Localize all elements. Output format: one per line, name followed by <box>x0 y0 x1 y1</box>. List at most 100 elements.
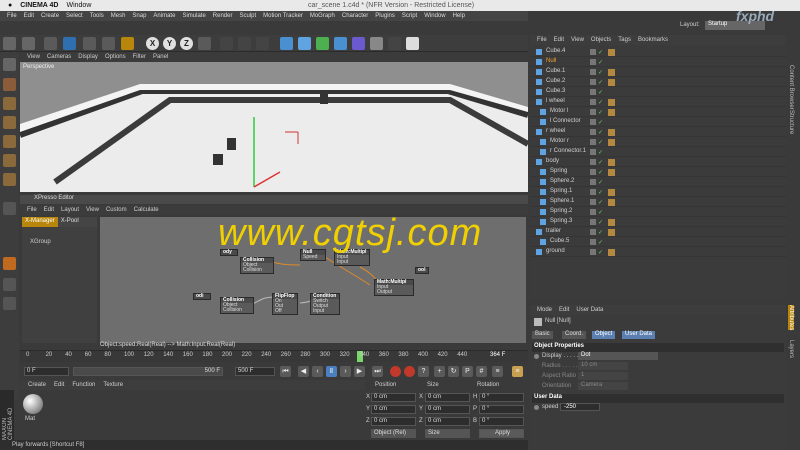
array-icon[interactable] <box>334 37 347 50</box>
xpresso-menu-file[interactable]: File <box>27 207 37 213</box>
redo-icon[interactable] <box>22 37 35 50</box>
tab-object[interactable]: Object <box>592 331 616 339</box>
size-z-field[interactable]: 0 cm <box>425 417 470 426</box>
rot-b-field[interactable]: 0 ° <box>479 417 524 426</box>
radius-field[interactable]: 10 cm <box>578 362 628 370</box>
menu-character[interactable]: Character <box>342 13 368 19</box>
visibility-dots[interactable] <box>590 179 596 185</box>
recent-tool-icon[interactable] <box>121 37 134 50</box>
list-item[interactable]: Sphere.2 ✓ <box>530 177 786 187</box>
list-item[interactable]: Spring.3 ✓ <box>530 217 786 227</box>
floor-icon[interactable] <box>370 37 383 50</box>
tag-icon[interactable] <box>608 159 615 166</box>
enabled-check-icon[interactable]: ✓ <box>598 89 603 96</box>
tag-icon[interactable] <box>608 139 615 146</box>
magnet-icon[interactable] <box>3 257 16 270</box>
visibility-dots[interactable] <box>590 169 596 175</box>
list-item[interactable]: Cube.1 ✓ <box>530 67 786 77</box>
points-mode-icon[interactable] <box>3 135 16 148</box>
previous-key-icon[interactable]: ◀ <box>298 366 309 377</box>
apple-icon[interactable]: ● <box>8 2 12 9</box>
rotation-key-icon[interactable]: ↻ <box>448 366 459 377</box>
enabled-check-icon[interactable]: ✓ <box>598 79 603 86</box>
tag-icon[interactable] <box>608 109 615 116</box>
enabled-check-icon[interactable]: ✓ <box>598 109 603 116</box>
content-browser-tab[interactable]: Content Browser <box>788 65 794 110</box>
viewport-menu-filter[interactable]: Filter <box>133 54 146 60</box>
material-ball[interactable] <box>23 394 43 414</box>
enabled-check-icon[interactable]: ✓ <box>598 189 603 196</box>
visibility-dots[interactable] <box>590 59 596 65</box>
condition-node[interactable]: Condition Switch Output Input <box>310 293 340 315</box>
material-menu-create[interactable]: Create <box>28 382 46 388</box>
record-icon[interactable] <box>390 366 401 377</box>
list-item[interactable]: Spring.1 ✓ <box>530 187 786 197</box>
go-to-end-icon[interactable]: ⏭ <box>372 366 383 377</box>
material-menu-texture[interactable]: Texture <box>103 382 123 388</box>
menu-motion-tracker[interactable]: Motion Tracker <box>263 13 303 19</box>
timeline-ruler[interactable]: 364 F 0 20 40 60 80 100 120 140 160 180 200 220 240 2… <box>20 350 528 362</box>
texture-mode-icon[interactable] <box>3 97 16 110</box>
material-menu-function[interactable]: Function <box>72 382 95 388</box>
collision-node-1[interactable]: Collision Object Collision <box>240 257 274 274</box>
material-menu-edit[interactable]: Edit <box>54 382 64 388</box>
body-node-2[interactable]: odi <box>193 293 211 300</box>
object-menu-file[interactable]: File <box>537 37 547 43</box>
enabled-check-icon[interactable]: ✓ <box>598 69 603 76</box>
object-menu-objects[interactable]: Objects <box>591 37 611 43</box>
list-item[interactable]: l Connector ✓ <box>530 117 786 127</box>
menu-window[interactable]: Window <box>424 13 445 19</box>
visibility-dots[interactable] <box>590 119 596 125</box>
menu-script[interactable]: Script <box>402 13 417 19</box>
attr-menu-mode[interactable]: Mode <box>537 307 552 313</box>
viewport-menu-view[interactable]: View <box>27 54 40 60</box>
orientation-select[interactable]: Camera <box>578 382 628 390</box>
menu-create[interactable]: Create <box>41 13 59 19</box>
previous-frame-icon[interactable]: ‹ <box>312 366 323 377</box>
visibility-dots[interactable] <box>590 99 596 105</box>
x-axis-icon[interactable]: X <box>146 37 159 50</box>
tag-icon[interactable] <box>608 79 615 86</box>
flipflop-node[interactable]: FlipFlop On Out Off <box>272 293 298 315</box>
list-item[interactable]: trailer ✓ <box>530 227 786 237</box>
deformer-icon[interactable] <box>352 37 365 50</box>
visibility-dots[interactable] <box>590 249 596 255</box>
rot-p-field[interactable]: 0 ° <box>479 405 524 414</box>
xpresso-menu-edit[interactable]: Edit <box>44 207 54 213</box>
list-item[interactable]: Sphere.1 ✓ <box>530 197 786 207</box>
list-item[interactable]: Cube.2 ✓ <box>530 77 786 87</box>
cube-icon[interactable] <box>280 37 293 50</box>
enabled-check-icon[interactable]: ✓ <box>598 219 603 226</box>
viewport-menu-panel[interactable]: Panel <box>153 54 168 60</box>
polygons-mode-icon[interactable] <box>3 173 16 186</box>
enabled-check-icon[interactable]: ✓ <box>598 239 603 246</box>
list-item[interactable]: l wheel ✓ <box>530 97 786 107</box>
object-menu-bookmarks[interactable]: Bookmarks <box>638 37 668 43</box>
menu-edit[interactable]: Edit <box>24 13 34 19</box>
layers-tab[interactable]: Layers <box>788 340 794 358</box>
enabled-check-icon[interactable]: ✓ <box>598 139 603 146</box>
render-settings-icon[interactable] <box>256 37 269 50</box>
end-frame-field[interactable]: 500 F <box>235 367 275 376</box>
menu-plugins[interactable]: Plugins <box>375 13 395 19</box>
menu-snap[interactable]: Snap <box>132 13 146 19</box>
list-item[interactable]: r Connector.1 ✓ <box>530 147 786 157</box>
app-menu[interactable]: CINEMA 4D <box>20 2 58 9</box>
visibility-dots[interactable] <box>590 69 596 75</box>
list-item[interactable]: ground ✓ <box>530 247 786 257</box>
y-axis-icon[interactable]: Y <box>163 37 176 50</box>
render-view-icon[interactable] <box>220 37 233 50</box>
list-item[interactable]: r wheel ✓ <box>530 127 786 137</box>
tag-icon[interactable] <box>608 229 615 236</box>
list-item[interactable]: Cube.5 ✓ <box>530 237 786 247</box>
object-menu-view[interactable]: View <box>571 37 584 43</box>
attr-menu-userdata[interactable]: User Data <box>576 307 603 313</box>
z-axis-icon[interactable]: Z <box>180 37 193 50</box>
enabled-check-icon[interactable]: ✓ <box>598 179 603 186</box>
menu-animate[interactable]: Animate <box>153 13 175 19</box>
attr-menu-edit[interactable]: Edit <box>559 307 569 313</box>
keyframe-selection-icon[interactable]: ? <box>418 366 429 377</box>
menu-tools[interactable]: Tools <box>90 13 104 19</box>
render-picture-icon[interactable] <box>238 37 251 50</box>
tab-x-manager[interactable]: X-Manager <box>22 217 58 227</box>
